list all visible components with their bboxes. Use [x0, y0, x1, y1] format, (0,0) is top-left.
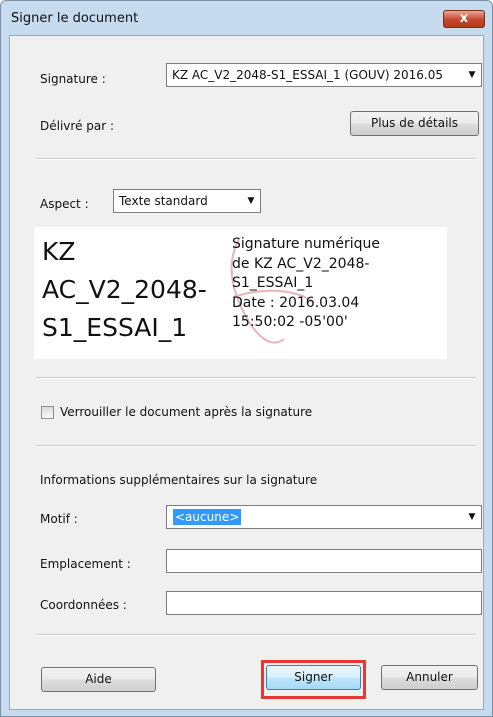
help-button[interactable]: Aide: [41, 667, 156, 692]
signature-label: Signature :: [40, 72, 106, 86]
separator: [36, 634, 476, 636]
contact-input[interactable]: [166, 591, 482, 615]
signature-detail-line: 15:50:02 -05'00': [232, 314, 348, 330]
more-details-button[interactable]: Plus de détails: [350, 111, 479, 136]
signature-name-line: AC_V2_2048-: [42, 275, 207, 304]
chevron-down-icon: ▼: [247, 196, 255, 206]
delivered-by-label: Délivré par :: [40, 119, 115, 133]
contact-label: Coordonnées :: [40, 598, 127, 612]
separator: [36, 445, 476, 447]
motif-label: Motif :: [40, 512, 78, 526]
aspect-select-value: Texte standard: [119, 194, 208, 208]
sign-button[interactable]: Signer: [266, 665, 361, 690]
separator: [36, 158, 476, 160]
cancel-button[interactable]: Annuler: [381, 665, 478, 690]
close-button[interactable]: x: [443, 10, 485, 28]
chevron-down-icon: ▼: [468, 512, 476, 522]
additional-info-heading: Informations supplémentaires sur la sign…: [40, 473, 318, 487]
signature-name-line: S1_ESSAI_1: [42, 313, 188, 342]
motif-select[interactable]: <aucune> ▼: [166, 505, 482, 529]
signature-select-value: KZ AC_V2_2048-S1_ESSAI_1 (GOUV) 2016.05: [172, 68, 444, 82]
location-input[interactable]: [166, 549, 482, 573]
signature-detail-line: de KZ AC_V2_2048-: [232, 255, 370, 272]
aspect-select[interactable]: Texte standard ▼: [113, 189, 261, 213]
close-icon: x: [459, 11, 469, 26]
motif-select-value: <aucune>: [173, 509, 242, 525]
signature-detail-line: Date : 2016.03.04: [232, 294, 360, 311]
signature-preview: KZ AC_V2_2048- S1_ESSAI_1 Signature numé…: [34, 227, 447, 359]
aspect-label: Aspect :: [40, 197, 89, 211]
signature-select[interactable]: KZ AC_V2_2048-S1_ESSAI_1 (GOUV) 2016.05 …: [166, 63, 482, 87]
title-bar[interactable]: Signer le document x: [1, 1, 492, 35]
signature-detail-line: S1_ESSAI_1: [232, 275, 314, 291]
signature-name-line: KZ: [42, 237, 76, 266]
lock-document-label[interactable]: Verrouiller le document après la signatu…: [60, 405, 312, 419]
location-label: Emplacement :: [40, 557, 131, 571]
separator: [36, 377, 476, 379]
signature-name: KZ AC_V2_2048- S1_ESSAI_1: [42, 233, 207, 347]
lock-document-checkbox[interactable]: [41, 406, 54, 419]
sign-document-dialog: Signer le document x Signature : KZ AC_V…: [0, 0, 493, 717]
chevron-down-icon: ▼: [468, 70, 476, 80]
signature-details: Signature numérique de KZ AC_V2_2048- S1…: [232, 235, 380, 333]
signature-detail-line: Signature numérique: [232, 236, 381, 252]
window-title: Signer le document: [11, 11, 139, 26]
